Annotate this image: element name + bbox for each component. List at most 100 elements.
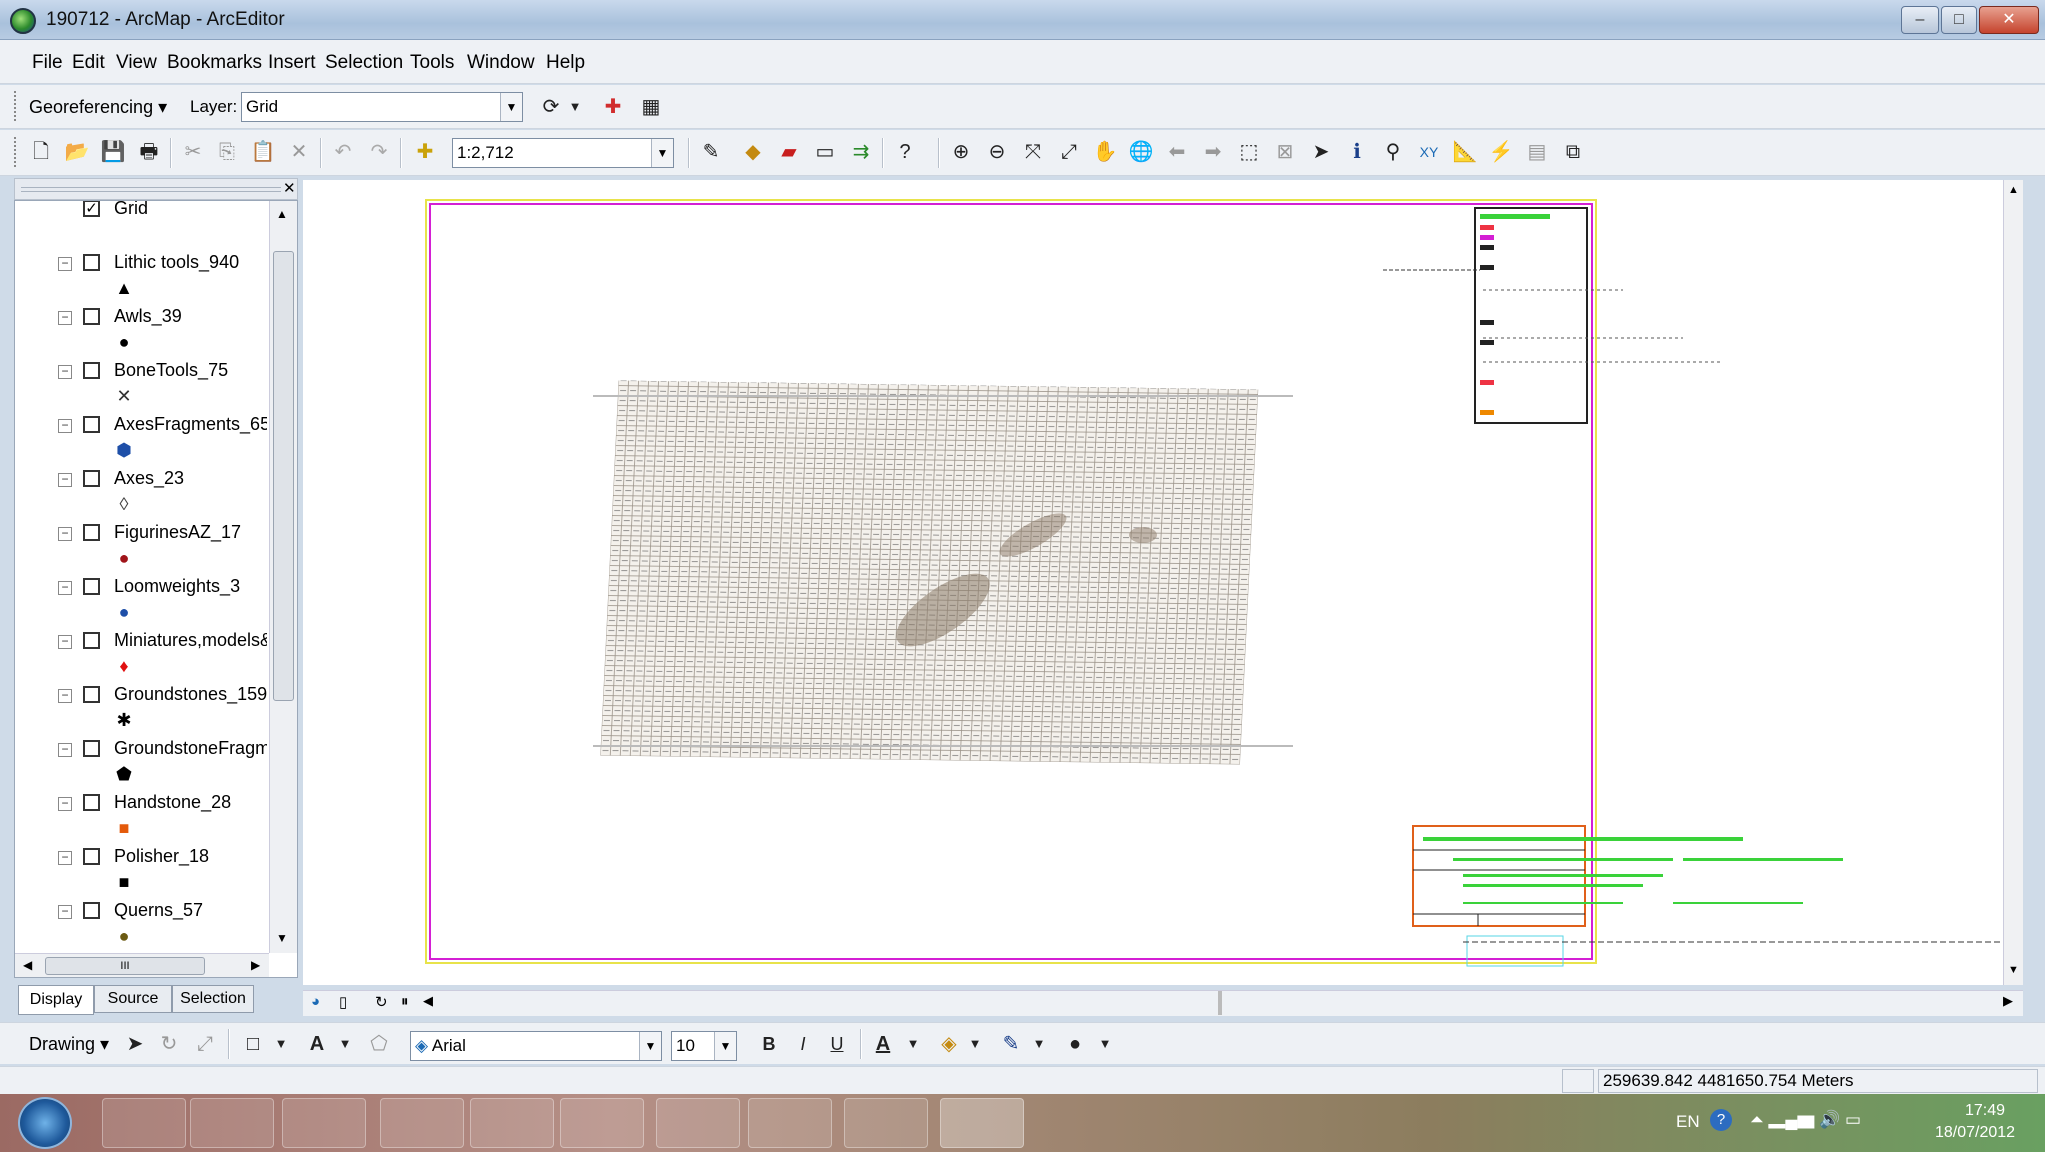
identify-icon[interactable]: ℹ: [1342, 137, 1372, 167]
scroll-down-icon[interactable]: ▼: [2008, 964, 2019, 976]
menu-file[interactable]: File: [32, 52, 63, 74]
toc-layer-row[interactable]: ✓ Grid: [15, 201, 265, 231]
horizontal-scroll-thumb[interactable]: [1218, 991, 1222, 1015]
modelbuilder-icon[interactable]: ⇉: [846, 137, 876, 167]
font-select[interactable]: ◈ Arial ▼: [410, 1031, 662, 1061]
scroll-up-icon[interactable]: ▲: [276, 207, 288, 221]
expand-collapse-icon[interactable]: −: [58, 743, 72, 757]
line-color-icon[interactable]: ✎: [996, 1029, 1026, 1059]
zoom-in-icon[interactable]: ⊕: [946, 137, 976, 167]
layer-visibility-checkbox[interactable]: [83, 524, 100, 541]
rotate-icon[interactable]: ⟳: [536, 92, 566, 122]
back-extent-icon[interactable]: ⬅: [1162, 137, 1192, 167]
toc-layer-row[interactable]: − Miniatures,models& ♦: [15, 623, 267, 675]
drawing-menu[interactable]: Drawing ▾: [29, 1034, 109, 1055]
language-indicator[interactable]: EN: [1676, 1112, 1700, 1132]
notification-icons[interactable]: ⏶ ▂▄▆ 🔊 ▭: [1750, 1110, 1861, 1130]
layer-name[interactable]: Awls_39: [114, 306, 267, 327]
font-color-icon[interactable]: A: [868, 1029, 898, 1059]
layer-name[interactable]: Groundstones_159: [114, 684, 267, 705]
library-icon[interactable]: [844, 1098, 928, 1148]
layout-view[interactable]: ▲ ▼: [303, 180, 2023, 985]
toc-vertical-scrollbar[interactable]: ▲ ▼: [269, 201, 297, 953]
start-button[interactable]: [18, 1097, 72, 1149]
layer-visibility-checkbox[interactable]: ✓: [83, 201, 100, 217]
print-icon[interactable]: 🖶: [134, 137, 164, 167]
layer-name[interactable]: Miniatures,models&: [114, 630, 267, 651]
toc-horizontal-scrollbar[interactable]: ◀ III ▶: [15, 953, 269, 977]
expand-collapse-icon[interactable]: −: [58, 311, 72, 325]
expand-collapse-icon[interactable]: −: [58, 473, 72, 487]
add-control-points-icon[interactable]: ✚: [598, 92, 628, 122]
bold-button[interactable]: B: [754, 1029, 784, 1059]
arcmap-taskbar-icon[interactable]: [940, 1098, 1024, 1148]
toc-layer-row[interactable]: − GroundstoneFragm ⬟: [15, 731, 267, 783]
layer-name[interactable]: Loomweights_3: [114, 576, 267, 597]
toc-layer-row[interactable]: − AxesFragments_65 ⬢: [15, 407, 267, 459]
layer-visibility-checkbox[interactable]: [83, 902, 100, 919]
chevron-down-icon[interactable]: ▼: [898, 1029, 928, 1059]
expand-collapse-icon[interactable]: −: [58, 527, 72, 541]
layer-visibility-checkbox[interactable]: [83, 632, 100, 649]
layer-name[interactable]: Polisher_18: [114, 846, 267, 867]
expand-collapse-icon[interactable]: −: [58, 635, 72, 649]
redo-icon[interactable]: ↷: [364, 137, 394, 167]
layout-vertical-scrollbar[interactable]: ▲ ▼: [2003, 180, 2023, 985]
menu-help[interactable]: Help: [546, 52, 585, 74]
expand-collapse-icon[interactable]: −: [58, 851, 72, 865]
whats-this-icon[interactable]: ?: [890, 137, 920, 167]
chevron-down-icon[interactable]: ▼: [714, 1032, 736, 1060]
add-data-icon[interactable]: ✚: [410, 137, 440, 167]
clock-date[interactable]: 18/07/2012: [1925, 1124, 2025, 1142]
arcmap-app-icon[interactable]: [10, 8, 36, 34]
close-icon[interactable]: ✕: [283, 179, 296, 197]
delete-icon[interactable]: ✕: [284, 137, 314, 167]
chevron-down-icon[interactable]: ▼: [500, 93, 522, 121]
pan-icon[interactable]: ✋: [1090, 137, 1120, 167]
data-view-icon[interactable]: ◕: [311, 993, 320, 1010]
paste-icon[interactable]: 📋: [248, 137, 278, 167]
scroll-up-icon[interactable]: ▲: [2008, 184, 2019, 196]
chevron-down-icon[interactable]: ▼: [960, 1029, 990, 1059]
firefox-icon[interactable]: [470, 1098, 554, 1148]
layout-view-icon[interactable]: ▯: [339, 993, 347, 1011]
expand-collapse-icon[interactable]: −: [58, 797, 72, 811]
chevron-down-icon[interactable]: ▼: [639, 1032, 661, 1060]
select-elements-icon[interactable]: ➤: [120, 1029, 150, 1059]
new-document-icon[interactable]: 🗋: [26, 137, 56, 167]
word-icon[interactable]: [748, 1098, 832, 1148]
layer-visibility-checkbox[interactable]: [83, 362, 100, 379]
zoom-whole-page-icon[interactable]: ⤢: [190, 1029, 220, 1059]
close-button[interactable]: ✕: [1979, 6, 2039, 34]
layer-visibility-checkbox[interactable]: [83, 254, 100, 271]
layer-name[interactable]: Axes_23: [114, 468, 267, 489]
toc-layer-row[interactable]: − Awls_39 ●: [15, 299, 267, 351]
save-icon[interactable]: 💾: [98, 137, 128, 167]
layer-visibility-checkbox[interactable]: [83, 848, 100, 865]
measure-icon[interactable]: 📐: [1450, 137, 1480, 167]
clear-selection-icon[interactable]: ⊠: [1270, 137, 1300, 167]
link-table-icon[interactable]: ▦: [636, 92, 666, 122]
arctoolbox-icon[interactable]: ◆: [738, 137, 768, 167]
cut-icon[interactable]: ✂: [178, 137, 208, 167]
layer-visibility-checkbox[interactable]: [83, 308, 100, 325]
tab-selection[interactable]: Selection: [172, 985, 254, 1013]
hyperlink-icon[interactable]: ⚡: [1486, 137, 1516, 167]
scroll-right-icon[interactable]: ▶: [2003, 993, 2013, 1009]
georeferencing-menu[interactable]: Georeferencing ▾: [29, 97, 167, 118]
layout-canvas[interactable]: [303, 180, 2023, 985]
rotate-icon[interactable]: ↻: [154, 1029, 184, 1059]
layer-name[interactable]: Lithic tools_940: [114, 252, 267, 273]
layer-name[interactable]: Querns_57: [114, 900, 267, 921]
scroll-left-icon[interactable]: ◀: [23, 958, 32, 972]
minimize-button[interactable]: –: [1901, 6, 1939, 34]
scroll-down-icon[interactable]: ▼: [276, 931, 288, 945]
layer-name[interactable]: Handstone_28: [114, 792, 267, 813]
arccatalog-icon[interactable]: [380, 1098, 464, 1148]
pause-icon[interactable]: ⏸: [401, 993, 409, 1010]
create-viewer-icon[interactable]: ⧉: [1558, 137, 1588, 167]
firefox-window-icon[interactable]: [560, 1098, 644, 1148]
layer-visibility-checkbox[interactable]: [83, 794, 100, 811]
expand-collapse-icon[interactable]: −: [58, 257, 72, 271]
menu-tools[interactable]: Tools: [410, 52, 454, 74]
